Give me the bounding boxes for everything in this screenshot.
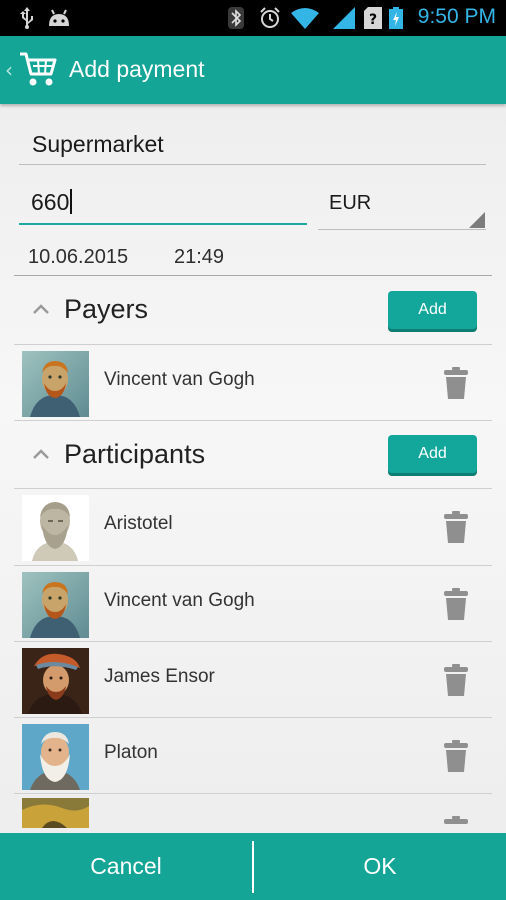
cancel-button[interactable]: Cancel: [0, 833, 252, 900]
participant-name: Aristotel: [104, 513, 173, 534]
payer-name: Vincent van Gogh: [104, 369, 255, 390]
participant-row-partial[interactable]: [14, 794, 492, 833]
delete-participant-trash-icon[interactable]: [444, 816, 468, 833]
signal-icon: [333, 7, 355, 29]
avatar-partial: [22, 798, 89, 828]
avatar-james-ensor: [22, 648, 89, 714]
delete-participant-trash-icon[interactable]: [444, 511, 468, 543]
avatar-aristotel: [22, 495, 89, 561]
participant-name: James Ensor: [104, 666, 215, 687]
date-divider: [14, 275, 492, 276]
status-time: 9:50 PM: [417, 5, 496, 28]
amount-field[interactable]: 660: [31, 189, 73, 216]
action-bar: ‹ Add payment: [0, 36, 506, 104]
date-field[interactable]: 10.06.2015: [28, 246, 128, 269]
amount-underline: [19, 223, 307, 225]
add-participant-button[interactable]: Add: [388, 435, 477, 473]
participant-row[interactable]: Vincent van Gogh: [14, 566, 492, 642]
spinner-dropdown-icon: [469, 212, 485, 228]
sim-unknown-icon: ?: [364, 7, 382, 29]
delete-payer-trash-icon[interactable]: [444, 367, 468, 399]
avatar-van-gogh: [22, 572, 89, 638]
description-underline: [19, 164, 486, 165]
participant-row[interactable]: Platon: [14, 718, 492, 794]
participant-name: Vincent van Gogh: [104, 590, 255, 611]
payers-heading: Payers: [64, 294, 149, 324]
participants-heading: Participants: [64, 439, 206, 469]
participant-row[interactable]: James Ensor: [14, 642, 492, 718]
delete-participant-trash-icon[interactable]: [444, 740, 468, 772]
status-bar: ? 9:50 PM: [0, 0, 506, 36]
wifi-icon: [291, 8, 319, 29]
avatar-platon: [22, 724, 89, 790]
collapse-participants-icon[interactable]: [32, 448, 50, 460]
currency-underline: [318, 229, 486, 230]
avatar-van-gogh: [22, 351, 89, 417]
up-caret-icon[interactable]: ‹: [5, 58, 13, 82]
bottom-action-bar: Cancel OK: [0, 833, 506, 900]
text-cursor: [70, 189, 73, 214]
collapse-payers-icon[interactable]: [32, 303, 50, 315]
payer-row[interactable]: Vincent van Gogh: [14, 345, 492, 421]
add-payer-button[interactable]: Add: [388, 291, 477, 329]
ok-button[interactable]: OK: [254, 833, 506, 900]
svg-text:?: ?: [369, 12, 377, 28]
delete-participant-trash-icon[interactable]: [444, 664, 468, 696]
payers-end-divider: [14, 420, 492, 421]
bluetooth-icon: [228, 7, 244, 29]
currency-spinner[interactable]: EUR: [329, 192, 371, 215]
description-field[interactable]: Supermarket: [32, 131, 164, 158]
delete-participant-trash-icon[interactable]: [444, 588, 468, 620]
android-icon: [49, 9, 69, 26]
participant-row[interactable]: Aristotel: [14, 489, 492, 565]
participant-name: Platon: [104, 742, 158, 763]
battery-charging-icon: [389, 7, 403, 29]
alarm-icon: [260, 7, 280, 28]
usb-icon: [20, 7, 33, 29]
page-title: Add payment: [69, 56, 205, 82]
shopping-cart-icon[interactable]: [18, 50, 58, 88]
time-field[interactable]: 21:49: [174, 246, 224, 269]
amount-value: 660: [31, 189, 70, 215]
